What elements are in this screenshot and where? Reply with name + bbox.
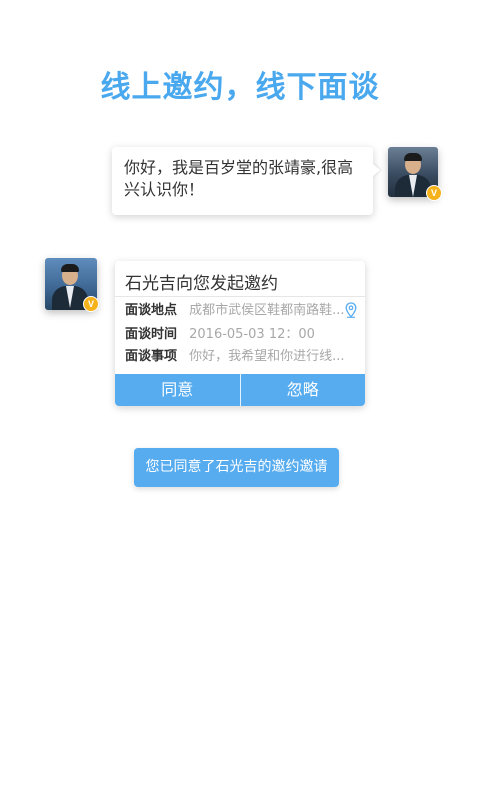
card-divider xyxy=(115,296,365,297)
invitation-location-row: 面谈地点 成都市武侯区鞋都南路鞋... xyxy=(125,301,357,321)
chat-bubble: 你好，我是百岁堂的张靖豪,很高兴认识你！ xyxy=(112,147,380,215)
inviter-avatar[interactable]: V xyxy=(45,258,99,312)
invitation-time-row: 面谈时间 2016-05-03 12：00 xyxy=(125,325,357,345)
invitation-card[interactable]: 石光吉向您发起邀约 面谈地点 成都市武侯区鞋都南路鞋... 面谈时间 2016-… xyxy=(115,261,365,406)
page-headline: 线上邀约，线下面谈 xyxy=(100,70,380,105)
chat-message-text: 你好，我是百岁堂的张靖豪,很高兴认识你！ xyxy=(124,158,354,199)
accept-button[interactable]: 同意 xyxy=(115,374,240,406)
time-value: 2016-05-03 12：00 xyxy=(189,327,315,342)
invitation-title: 石光吉向您发起邀约 xyxy=(125,274,278,294)
intro-page: 线上邀约，线下面谈 你好，我是百岁堂的张靖豪,很高兴认识你！ V V 石光吉向您… xyxy=(0,0,480,800)
location-label: 面谈地点 xyxy=(125,303,178,318)
invitation-actions: 同意 忽略 xyxy=(115,374,365,406)
actions-separator xyxy=(239,374,241,406)
invitation-matter-row: 面谈事项 你好，我希望和你进行线... xyxy=(125,347,357,367)
location-pin-icon[interactable] xyxy=(345,302,357,318)
matter-label: 面谈事项 xyxy=(125,349,178,364)
verified-badge-icon: V xyxy=(83,296,99,312)
bubble-tail xyxy=(372,163,380,177)
location-value: 成都市武侯区鞋都南路鞋... xyxy=(189,303,345,318)
verified-badge-icon: V xyxy=(426,185,442,201)
time-label: 面谈时间 xyxy=(125,327,178,342)
accepted-notice: 您已同意了石光吉的邀约邀请 xyxy=(134,448,339,487)
sender-avatar[interactable]: V xyxy=(388,147,442,201)
matter-value: 你好，我希望和你进行线... xyxy=(189,349,345,364)
ignore-button[interactable]: 忽略 xyxy=(241,374,366,406)
